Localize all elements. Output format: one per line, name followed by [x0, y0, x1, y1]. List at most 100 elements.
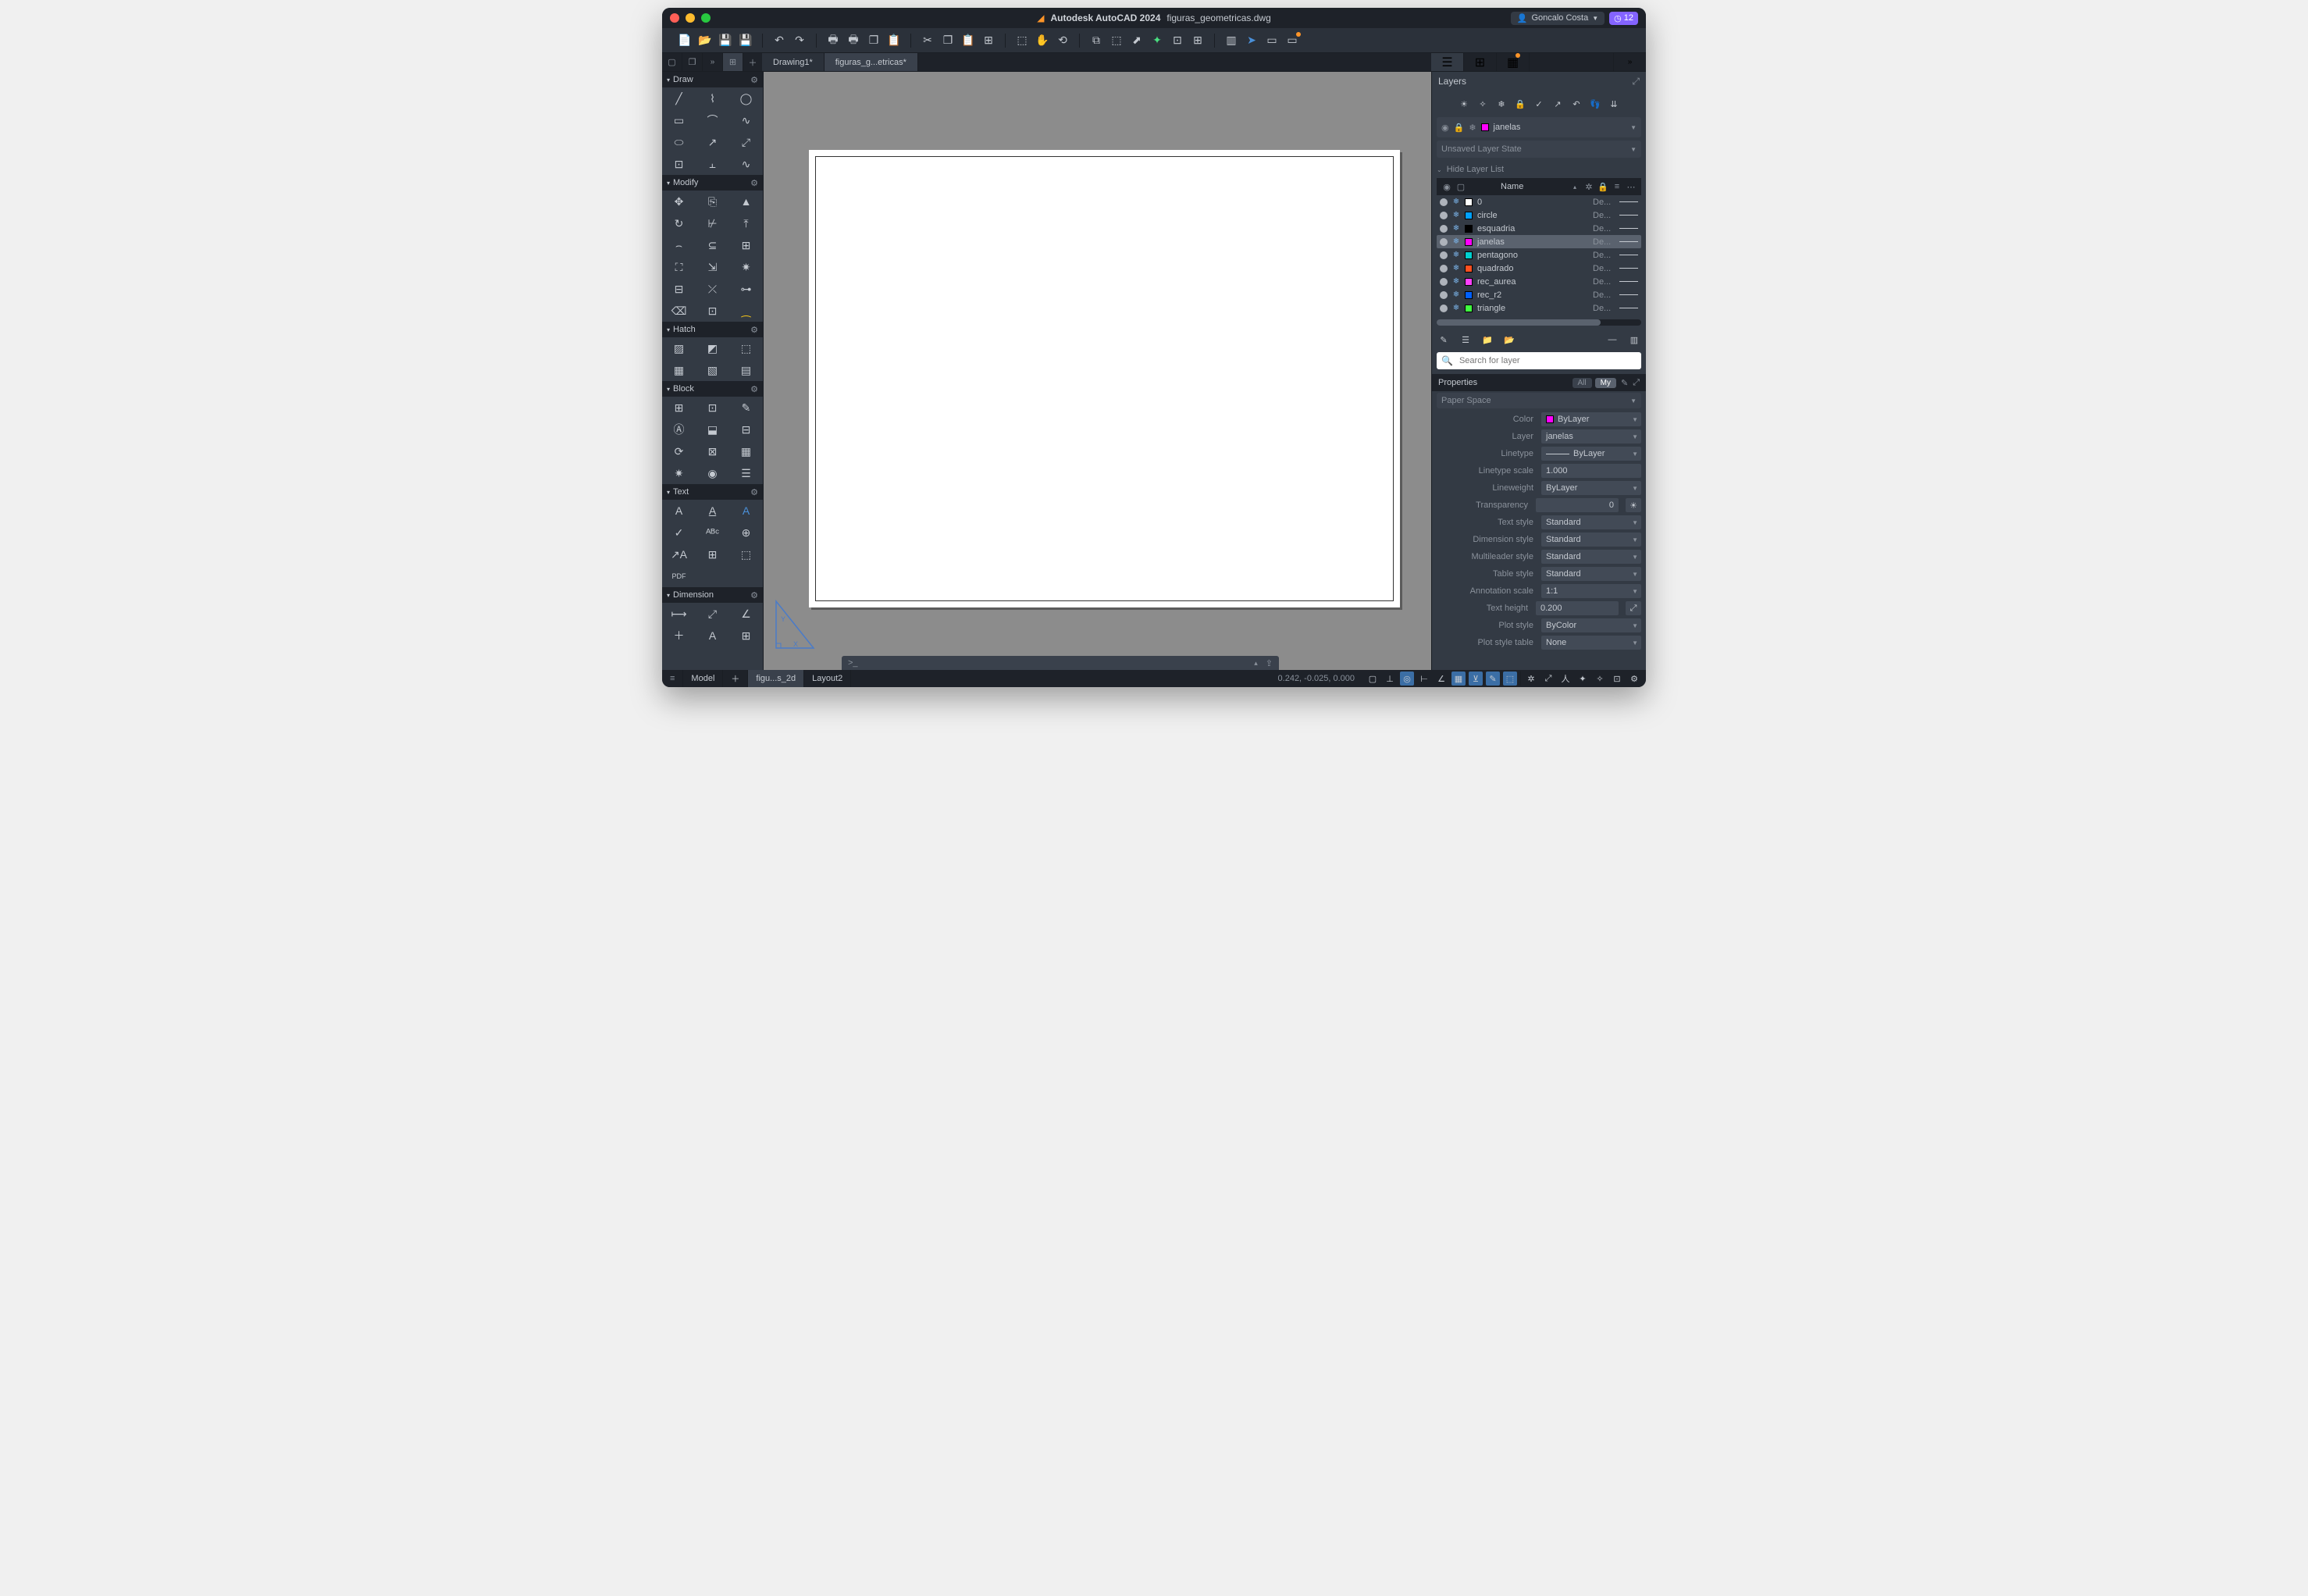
- print-icon[interactable]: 🖶: [826, 34, 840, 48]
- ellipse-tool[interactable]: ⬭: [662, 131, 696, 153]
- break-tool[interactable]: ⤫: [696, 278, 729, 300]
- fillet-tool[interactable]: ⌢: [662, 234, 696, 256]
- section-text[interactable]: ▾Text⚙: [662, 484, 763, 500]
- dim-more[interactable]: ⊞: [729, 625, 763, 647]
- layer-scroll[interactable]: [1437, 319, 1641, 326]
- model-tab[interactable]: Model: [683, 670, 723, 687]
- prop-textstyle-value[interactable]: Standard▼: [1541, 515, 1641, 529]
- textheight-extra[interactable]: ⤢: [1626, 601, 1641, 615]
- refs-tab[interactable]: ▦: [1497, 53, 1530, 71]
- dim-linear[interactable]: ⟼: [662, 603, 696, 625]
- freeze-icon[interactable]: ❄: [1452, 198, 1460, 206]
- circle-tool[interactable]: ◯: [729, 87, 763, 109]
- polyline-tool[interactable]: ⌇: [696, 87, 729, 109]
- save-as-icon[interactable]: 💾: [739, 34, 753, 48]
- table-tool[interactable]: ⊞: [696, 543, 729, 565]
- freeze-icon[interactable]: ❄: [1452, 305, 1460, 312]
- layer-lock-icon[interactable]: 🔒: [1513, 97, 1527, 111]
- text-scale[interactable]: ⊕: [729, 522, 763, 543]
- block-base[interactable]: ◉: [696, 462, 729, 484]
- layer-props-icon[interactable]: ⧉: [1089, 34, 1103, 48]
- layer-row[interactable]: ❄esquadriaDe...: [1437, 222, 1641, 235]
- freeze-icon[interactable]: ❄: [1452, 225, 1460, 233]
- gear-icon[interactable]: ⚙: [750, 178, 758, 188]
- spell-tool[interactable]: ✓: [662, 522, 696, 543]
- wblock[interactable]: ⬓: [696, 419, 729, 440]
- trim-tool[interactable]: ⊬: [696, 212, 729, 234]
- text-style-tool[interactable]: A: [729, 500, 763, 522]
- join-tool[interactable]: ⊶: [729, 278, 763, 300]
- walk-icon[interactable]: ✦: [1576, 672, 1590, 686]
- grid-icon[interactable]: ⊥: [1383, 672, 1397, 686]
- person-icon[interactable]: 人: [1558, 672, 1573, 686]
- spline-tool[interactable]: ∿: [729, 109, 763, 131]
- text-tool3[interactable]: [729, 565, 763, 587]
- layer-row[interactable]: ❄pentagonoDe...: [1437, 248, 1641, 262]
- layer-row[interactable]: ❄rec_aureaDe...: [1437, 275, 1641, 288]
- audit-icon[interactable]: ⊡: [1170, 34, 1184, 48]
- layer-walk-icon[interactable]: 👣: [1588, 97, 1602, 111]
- gear-icon[interactable]: ⚙: [750, 75, 758, 85]
- ucs-gizmo[interactable]: Y X: [770, 598, 817, 653]
- hatch-tool[interactable]: ▨: [662, 337, 696, 359]
- layer-row[interactable]: ❄janelasDe...: [1437, 235, 1641, 248]
- layer-list-toggle[interactable]: ⌄ Hide Layer List: [1437, 161, 1641, 178]
- doc-tab-0[interactable]: Drawing1*: [762, 53, 825, 71]
- offset-tool[interactable]: ⊆: [696, 234, 729, 256]
- close-window[interactable]: [670, 13, 679, 23]
- prop-mlead-value[interactable]: Standard▼: [1541, 550, 1641, 564]
- tabbar-overflow[interactable]: »: [703, 53, 723, 71]
- move-tool[interactable]: ✥: [662, 191, 696, 212]
- prop-ltscale-value[interactable]: 1.000: [1541, 464, 1641, 478]
- new-tab[interactable]: ＋: [743, 53, 762, 71]
- props-space-selector[interactable]: Paper Space ▼: [1437, 393, 1641, 408]
- find-tool[interactable]: ᴬᴮᶜ: [696, 522, 729, 543]
- prop-pstable-value[interactable]: None▼: [1541, 636, 1641, 650]
- wipeout-tool[interactable]: ▤: [729, 359, 763, 381]
- line-tool[interactable]: ╱: [662, 87, 696, 109]
- section-modify[interactable]: ▾Modify⚙: [662, 175, 763, 191]
- section-block[interactable]: ▾Block⚙: [662, 381, 763, 397]
- layer-group-icon[interactable]: ☰: [1459, 333, 1473, 347]
- section-draw[interactable]: ▾Draw⚙: [662, 72, 763, 87]
- props-pill-all[interactable]: All: [1573, 378, 1592, 388]
- prop-dimstyle-value[interactable]: Standard▼: [1541, 533, 1641, 547]
- layer-row[interactable]: ❄circleDe...: [1437, 208, 1641, 222]
- field-tool[interactable]: ⬚: [729, 543, 763, 565]
- layer-search-input[interactable]: [1458, 355, 1637, 366]
- ray-tool[interactable]: ↗: [696, 131, 729, 153]
- prop-lineweight-value[interactable]: ByLayer▼: [1541, 481, 1641, 495]
- section-dimension[interactable]: ▾Dimension⚙: [662, 587, 763, 603]
- command-bar[interactable]: >_ ▴ ⇪: [842, 656, 1279, 670]
- grid-icon[interactable]: ⊞: [723, 53, 743, 71]
- doc-tab-1[interactable]: figuras_g...etricas*: [825, 53, 918, 71]
- lock-col-icon[interactable]: 🔒: [1596, 182, 1610, 192]
- layer-row[interactable]: ❄rec_r2De...: [1437, 288, 1641, 301]
- rectangle-tool[interactable]: ▭: [662, 109, 696, 131]
- scale-tool[interactable]: ⛶: [662, 256, 696, 278]
- explode-tool[interactable]: ✷: [729, 256, 763, 278]
- select-similar-icon[interactable]: ⬚: [1109, 34, 1124, 48]
- layout1-tab[interactable]: figu...s_2d: [748, 670, 804, 687]
- copy2-icon[interactable]: ❐: [941, 34, 955, 48]
- paste-icon[interactable]: 📋: [887, 34, 901, 48]
- layout2-tab[interactable]: Layout2: [804, 670, 851, 687]
- layer-search[interactable]: 🔍: [1437, 352, 1641, 369]
- text-tool[interactable]: A: [696, 500, 729, 522]
- mtext-tool[interactable]: A: [662, 500, 696, 522]
- dynamic-icon[interactable]: ✎: [1486, 672, 1500, 686]
- prop-layer-value[interactable]: janelas▼: [1541, 429, 1641, 444]
- text-tool2[interactable]: [696, 565, 729, 587]
- viewport-multi-icon[interactable]: ❐: [682, 53, 703, 71]
- cmd-expand-icon[interactable]: ▴: [1254, 659, 1258, 668]
- paper-viewport[interactable]: Y X >_ ▴ ⇪: [764, 72, 1431, 670]
- markup-icon[interactable]: ▭: [1265, 34, 1279, 48]
- dim-style[interactable]: A: [696, 625, 729, 647]
- divide-tool[interactable]: ⫠: [696, 153, 729, 175]
- plot-col-icon[interactable]: ✲: [1582, 182, 1596, 192]
- visibility-icon[interactable]: [1440, 291, 1448, 299]
- group-tool[interactable]: ⊡: [696, 300, 729, 322]
- xref-icon[interactable]: ⬈: [1130, 34, 1144, 48]
- layer-folder2-icon[interactable]: 📂: [1502, 333, 1516, 347]
- prop-textheight-value[interactable]: 0.200: [1536, 601, 1619, 615]
